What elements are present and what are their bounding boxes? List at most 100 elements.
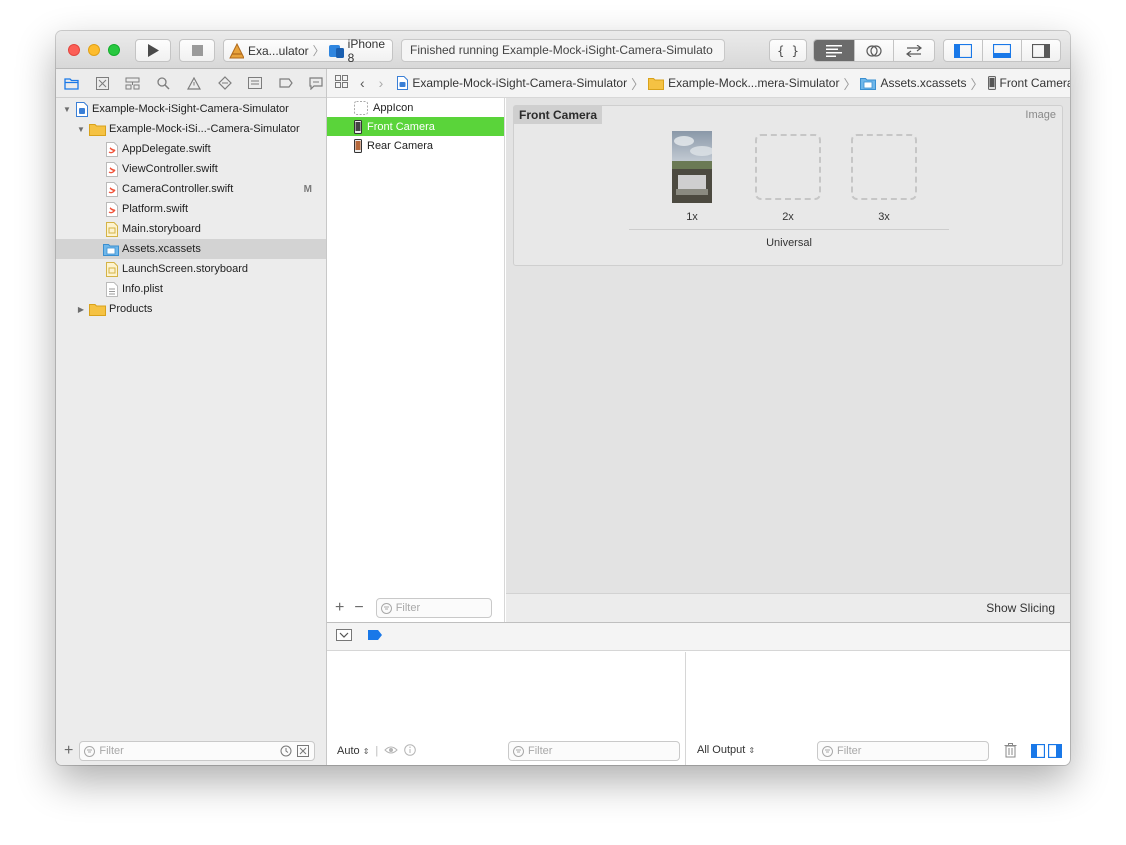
library-button[interactable]: { }: [769, 39, 807, 62]
asset-list: AppIcon Front Camera Rear Camera + − Fil…: [327, 98, 505, 622]
breadcrumb-label: Example-Mock-iSight-Camera-Simulator: [412, 76, 628, 90]
app-target-icon: [229, 42, 244, 58]
tree-row-file[interactable]: Main.storyboard: [56, 219, 326, 239]
disclosure-open-icon[interactable]: ▼: [62, 105, 72, 114]
info-icon[interactable]: [404, 743, 417, 759]
eye-icon[interactable]: [384, 745, 398, 758]
variables-scope-select[interactable]: Auto ⇕: [337, 745, 369, 757]
console-output-select[interactable]: All Output ⇕: [697, 744, 755, 756]
symbol-nav-icon[interactable]: [123, 73, 143, 93]
search-nav-icon[interactable]: [154, 73, 174, 93]
play-icon: [148, 44, 159, 57]
curly-braces-icon: { }: [777, 43, 799, 58]
asset-row-front-camera[interactable]: Front Camera: [327, 117, 504, 136]
show-slicing-button[interactable]: Show Slicing: [986, 601, 1055, 615]
navigator-footer: + Filter: [56, 737, 326, 765]
tree-row-file[interactable]: Platform.swift: [56, 199, 326, 219]
close-window-button[interactable]: [68, 44, 80, 56]
tree-row-file[interactable]: ViewController.swift: [56, 159, 326, 179]
tree-row-assets-selected[interactable]: Assets.xcassets: [56, 239, 326, 259]
recent-files-icon[interactable]: [280, 745, 292, 760]
debug-nav-icon[interactable]: [245, 73, 265, 93]
filter-icon: [84, 745, 96, 757]
toggle-inspector-button[interactable]: [1022, 40, 1060, 61]
image-2x-slot[interactable]: [755, 134, 821, 200]
run-button[interactable]: [135, 39, 171, 62]
image-set-panel: Front Camera Image 1x 2x 3x Universal: [513, 105, 1063, 266]
swift-file-icon: [105, 141, 119, 157]
breadcrumb-group[interactable]: Example-Mock...mera-Simulator: [648, 76, 839, 90]
minimize-window-button[interactable]: [88, 44, 100, 56]
swift-file-icon: [105, 201, 119, 217]
breadcrumb-imageset[interactable]: Front Camera: [987, 76, 1070, 90]
xcode-window: Exa...ulator 〉 iPhone 8 Finished running…: [56, 31, 1070, 765]
tree-row-file[interactable]: AppDelegate.swift: [56, 139, 326, 159]
tree-row-file[interactable]: LaunchScreen.storyboard: [56, 259, 326, 279]
breadcrumb-label: Front Camera: [999, 76, 1070, 90]
version-editor-button[interactable]: [894, 40, 934, 61]
breadcrumb-project[interactable]: Example-Mock-iSight-Camera-Simulator: [397, 76, 627, 90]
issue-nav-icon[interactable]: [184, 73, 204, 93]
filter-placeholder: Filter: [99, 745, 124, 757]
navigator-filter-field[interactable]: Filter: [79, 741, 316, 761]
source-control-nav-icon[interactable]: [93, 73, 113, 93]
asset-label: Front Camera: [367, 120, 435, 133]
landscape-photo-thumbnail: [672, 131, 712, 203]
report-nav-icon[interactable]: [307, 73, 327, 93]
tree-row-file[interactable]: Info.plist: [56, 279, 326, 299]
panel-visibility-control: [943, 39, 1061, 62]
hide-debug-area-icon[interactable]: [336, 629, 352, 644]
storyboard-icon: [105, 261, 119, 277]
image-3x-slot[interactable]: [851, 134, 917, 200]
editor-mode-control: [813, 39, 935, 62]
folder-nav-icon[interactable]: [62, 73, 82, 93]
scheme-selector[interactable]: Exa...ulator 〉 iPhone 8: [223, 36, 393, 65]
back-arrow-icon[interactable]: ‹: [360, 75, 365, 91]
tree-label: ViewController.swift: [122, 163, 218, 175]
related-items-icon[interactable]: [335, 75, 348, 91]
show-variables-view-icon[interactable]: [1030, 743, 1046, 761]
asset-catalog-canvas: Front Camera Image 1x 2x 3x Universal Sh…: [506, 98, 1070, 622]
image-1x-thumbnail[interactable]: [672, 131, 712, 203]
tree-label: LaunchScreen.storyboard: [122, 263, 248, 275]
modified-badge: M: [303, 183, 312, 195]
remove-asset-button[interactable]: −: [354, 600, 363, 616]
add-file-button[interactable]: +: [64, 743, 73, 759]
activity-status: Finished running Example-Mock-iSight-Cam…: [401, 39, 725, 62]
tree-label: Info.plist: [122, 283, 163, 295]
toggle-navigator-button[interactable]: [944, 40, 983, 61]
tree-row-file[interactable]: CameraController.swift M: [56, 179, 326, 199]
tree-row-project[interactable]: ▼ Example-Mock-iSight-Camera-Simulator: [56, 99, 326, 119]
test-nav-icon[interactable]: [215, 73, 235, 93]
stop-button[interactable]: [179, 39, 215, 62]
show-console-view-icon[interactable]: [1047, 743, 1063, 761]
project-navigator: ▼ Example-Mock-iSight-Camera-Simulator ▼…: [56, 69, 327, 765]
asset-row-rear-camera[interactable]: Rear Camera: [327, 136, 504, 155]
source-control-filter-icon[interactable]: [297, 745, 310, 760]
breadcrumb-assets[interactable]: Assets.xcassets: [860, 76, 967, 90]
disclosure-open-icon[interactable]: ▼: [76, 125, 86, 134]
assistant-editor-button[interactable]: [855, 40, 895, 61]
console-filter-field[interactable]: Filter: [817, 741, 989, 761]
asset-filter-field[interactable]: Filter: [375, 598, 492, 618]
breakpoint-nav-icon[interactable]: [276, 73, 296, 93]
toggle-debug-area-button[interactable]: [983, 40, 1022, 61]
standard-editor-button[interactable]: [814, 40, 855, 61]
zoom-window-button[interactable]: [108, 44, 120, 56]
filter-icon: [380, 602, 392, 614]
right-panel-icon: [1032, 43, 1050, 58]
destination-name: iPhone 8: [347, 36, 386, 65]
variables-filter-field[interactable]: Filter: [508, 741, 680, 761]
tree-row-products[interactable]: ▶ Products: [56, 299, 326, 319]
add-asset-button[interactable]: +: [335, 600, 344, 616]
updown-chevron-icon: ⇕: [748, 746, 756, 755]
jump-bar: ‹ › Example-Mock-iSight-Camera-Simulator…: [327, 69, 1070, 98]
tree-row-group[interactable]: ▼ Example-Mock-iSi...-Camera-Simulator: [56, 119, 326, 139]
trash-icon[interactable]: [1004, 743, 1017, 761]
breakpoints-toggle-icon[interactable]: [368, 630, 383, 643]
forward-arrow-icon[interactable]: ›: [379, 75, 384, 91]
disclosure-closed-icon[interactable]: ▶: [76, 305, 86, 314]
breadcrumb-separator-icon: 〉: [970, 76, 984, 92]
phone-image-icon: [987, 76, 996, 90]
asset-row-appicon[interactable]: AppIcon: [327, 98, 504, 117]
